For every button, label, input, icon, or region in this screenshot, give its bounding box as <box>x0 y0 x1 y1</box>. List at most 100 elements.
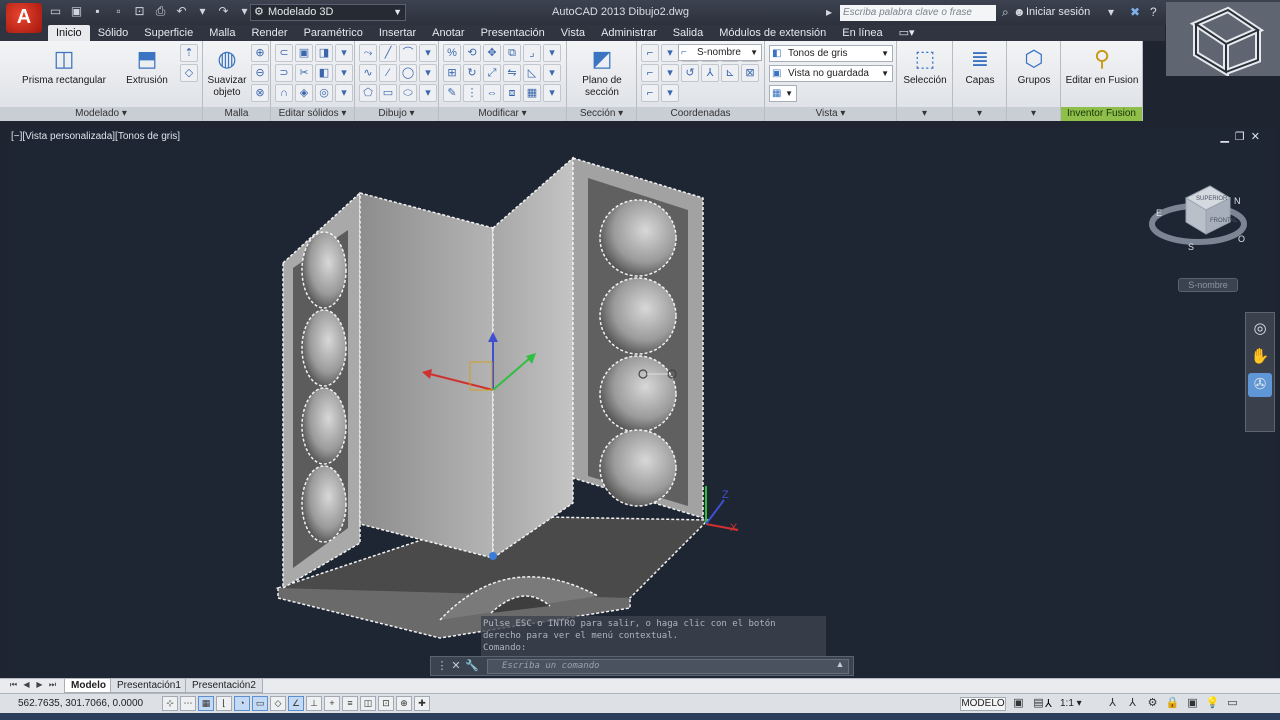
dropdown-icon[interactable]: ▾ <box>543 64 561 82</box>
dropdown-icon[interactable]: ▾ <box>543 84 561 102</box>
prisma-rectangular-button[interactable]: ◫ Prisma rectangular <box>14 45 114 87</box>
viewports-dropdown[interactable]: ▦ ▼ <box>769 85 797 102</box>
infer-constraints-icon[interactable]: ⊹ <box>162 696 178 711</box>
ucs-icon[interactable]: ⌐ <box>641 44 659 62</box>
prev-tab-icon[interactable]: ◀ <box>21 680 32 692</box>
subtract-icon[interactable]: ⊃ <box>275 64 293 82</box>
model-space-toggle[interactable]: MODELO <box>960 697 1006 711</box>
loft-icon[interactable]: ◇ <box>180 64 198 82</box>
dropdown-icon[interactable]: ▾ <box>661 64 679 82</box>
tab-malla[interactable]: Malla <box>201 25 243 41</box>
tab-administrar[interactable]: Administrar <box>593 25 665 41</box>
rectangle-icon[interactable]: ▭ <box>379 84 397 102</box>
compass-south[interactable]: S <box>1188 242 1194 252</box>
hardware-acceleration-icon[interactable]: ▣ <box>1184 696 1201 711</box>
tab-anotar[interactable]: Anotar <box>424 25 472 41</box>
annotation-visibility-icon[interactable]: ⅄ <box>1104 696 1121 711</box>
panel-title-modificar[interactable]: Modificar ▾ <box>439 107 566 121</box>
dropdown-icon[interactable]: ▾ <box>543 44 561 62</box>
slice-icon[interactable]: ✂ <box>295 64 313 82</box>
ucs-z-icon[interactable]: ⊾ <box>721 64 739 82</box>
next-tab-icon[interactable]: ▶ <box>34 680 45 692</box>
help-icon[interactable]: ? <box>1150 5 1157 19</box>
ortho-mode-icon[interactable]: ⌊ <box>216 696 232 711</box>
tab-presentacion1[interactable]: Presentación1 <box>110 679 188 693</box>
search-input[interactable]: Escriba palabra clave o frase <box>840 5 996 21</box>
print-icon[interactable]: ⎙ <box>153 4 168 19</box>
sign-in-button[interactable]: Iniciar sesión <box>1026 6 1090 18</box>
copy-icon[interactable]: ⧉ <box>503 44 521 62</box>
circle-icon[interactable]: ◯ <box>399 64 417 82</box>
ucs-previous-icon[interactable]: ↺ <box>681 64 699 82</box>
ellipse-icon[interactable]: ⬭ <box>399 84 417 102</box>
tab-inicio[interactable]: Inicio <box>48 25 90 41</box>
cursor-coordinates[interactable]: 562.7635, 301.7066, 0.0000 <box>18 698 143 709</box>
dynamic-ucs-icon[interactable]: ⊥ <box>306 696 322 711</box>
redo-icon[interactable]: ↷ <box>216 4 231 19</box>
close-icon[interactable]: ✕ <box>449 659 463 672</box>
ucs-name-menu[interactable]: S-nombre <box>1178 278 1238 292</box>
annotation-monitor-icon[interactable]: ✚ <box>414 696 430 711</box>
presspull-icon[interactable]: ⇡ <box>180 44 198 62</box>
tab-vista[interactable]: Vista <box>553 25 593 41</box>
3d-model[interactable]: X Z <box>8 128 1274 678</box>
compass-west[interactable]: O <box>1238 234 1245 244</box>
tab-modelo[interactable]: Modelo <box>64 679 113 693</box>
panel-title-dibujo[interactable]: Dibujo ▾ <box>355 107 438 121</box>
smooth-more-icon[interactable]: ⊕ <box>251 44 269 62</box>
panel-title-modelado[interactable]: Modelado ▾ <box>0 107 202 121</box>
tab-presentacion[interactable]: Presentación <box>473 25 553 41</box>
erase-icon[interactable]: ✎ <box>443 84 461 102</box>
chamfer-icon[interactable]: ◺ <box>523 64 541 82</box>
tab-presentacion2[interactable]: Presentación2 <box>185 679 263 693</box>
dropdown-icon[interactable]: ▾ <box>335 44 353 62</box>
panel-title-seccion[interactable]: Sección ▾ <box>567 107 636 121</box>
dropdown-icon[interactable]: ▾ <box>419 64 437 82</box>
user-icon[interactable]: ☻ <box>1013 5 1026 19</box>
shell-icon[interactable]: ◎ <box>315 84 333 102</box>
line-icon[interactable]: ╱ <box>379 44 397 62</box>
orbit-icon[interactable]: ✇ <box>1248 373 1272 397</box>
pan-hand-icon[interactable]: ✋ <box>1248 345 1272 369</box>
construction-line-icon[interactable]: ⁄ <box>379 64 397 82</box>
mirror-icon[interactable]: ⇋ <box>503 64 521 82</box>
dropdown-icon[interactable]: ▾ <box>419 84 437 102</box>
dropdown-icon[interactable]: ▾ <box>661 84 679 102</box>
grip-point[interactable] <box>489 552 497 560</box>
seleccion-expand-icon[interactable]: ▾ <box>897 107 952 121</box>
percent-icon[interactable]: % <box>443 44 461 62</box>
capas-button[interactable]: ≣ Capas <box>955 45 1005 87</box>
fillet-icon[interactable]: ⌟ <box>523 44 541 62</box>
dropdown-icon[interactable]: ▾ <box>661 44 679 62</box>
ucs-face-icon[interactable]: ⌐ <box>641 64 659 82</box>
auto-scale-icon[interactable]: ⅄ <box>1124 696 1141 711</box>
tab-render[interactable]: Render <box>243 25 295 41</box>
tab-solido[interactable]: Sólido <box>90 25 137 41</box>
isolate-objects-icon[interactable]: 💡 <box>1204 696 1221 711</box>
save-as-icon[interactable]: ▫ <box>111 4 126 19</box>
compass-east[interactable]: E <box>1156 208 1162 218</box>
application-menu-button[interactable]: A <box>6 3 42 33</box>
annotation-scale-icon[interactable]: ⅄ <box>1045 697 1052 710</box>
open-file-icon[interactable]: ▣ <box>69 4 84 19</box>
workspace-dropdown[interactable]: ⚙ Modelado 3D ▼ <box>250 4 406 21</box>
visual-style-dropdown[interactable]: ◧ Tonos de gris ▼ <box>769 45 893 62</box>
smooth-less-icon[interactable]: ⊖ <box>251 64 269 82</box>
signin-dropdown-icon[interactable]: ▾ <box>1108 5 1114 19</box>
rotate-icon[interactable]: ↻ <box>463 64 481 82</box>
tab-modulos-extension[interactable]: Módulos de extensión <box>711 25 834 41</box>
editar-en-fusion-button[interactable]: ⚲ Editar en Fusion <box>1063 45 1141 87</box>
extract-edges-icon[interactable]: ◨ <box>315 44 333 62</box>
annotation-scale[interactable]: 1:1 ▾ <box>1060 698 1082 709</box>
object-snap-tracking-icon[interactable]: ∠ <box>288 696 304 711</box>
snap-mode-icon[interactable]: ⋯ <box>180 696 196 711</box>
dropdown-icon[interactable]: ▾ <box>419 44 437 62</box>
selection-cycling-icon[interactable]: ⊕ <box>396 696 412 711</box>
grid-array-icon[interactable]: ▦ <box>523 84 541 102</box>
workspace-switch-icon[interactable]: ⚙ <box>1144 696 1161 711</box>
wrench-icon[interactable]: 🔧 <box>465 659 479 672</box>
tab-salida[interactable]: Salida <box>665 25 712 41</box>
lock-icon[interactable]: 🔒 <box>1164 696 1181 711</box>
extrusion-button[interactable]: ⬒ Extrusión <box>118 45 176 87</box>
polygon-icon[interactable]: ⬠ <box>359 84 377 102</box>
